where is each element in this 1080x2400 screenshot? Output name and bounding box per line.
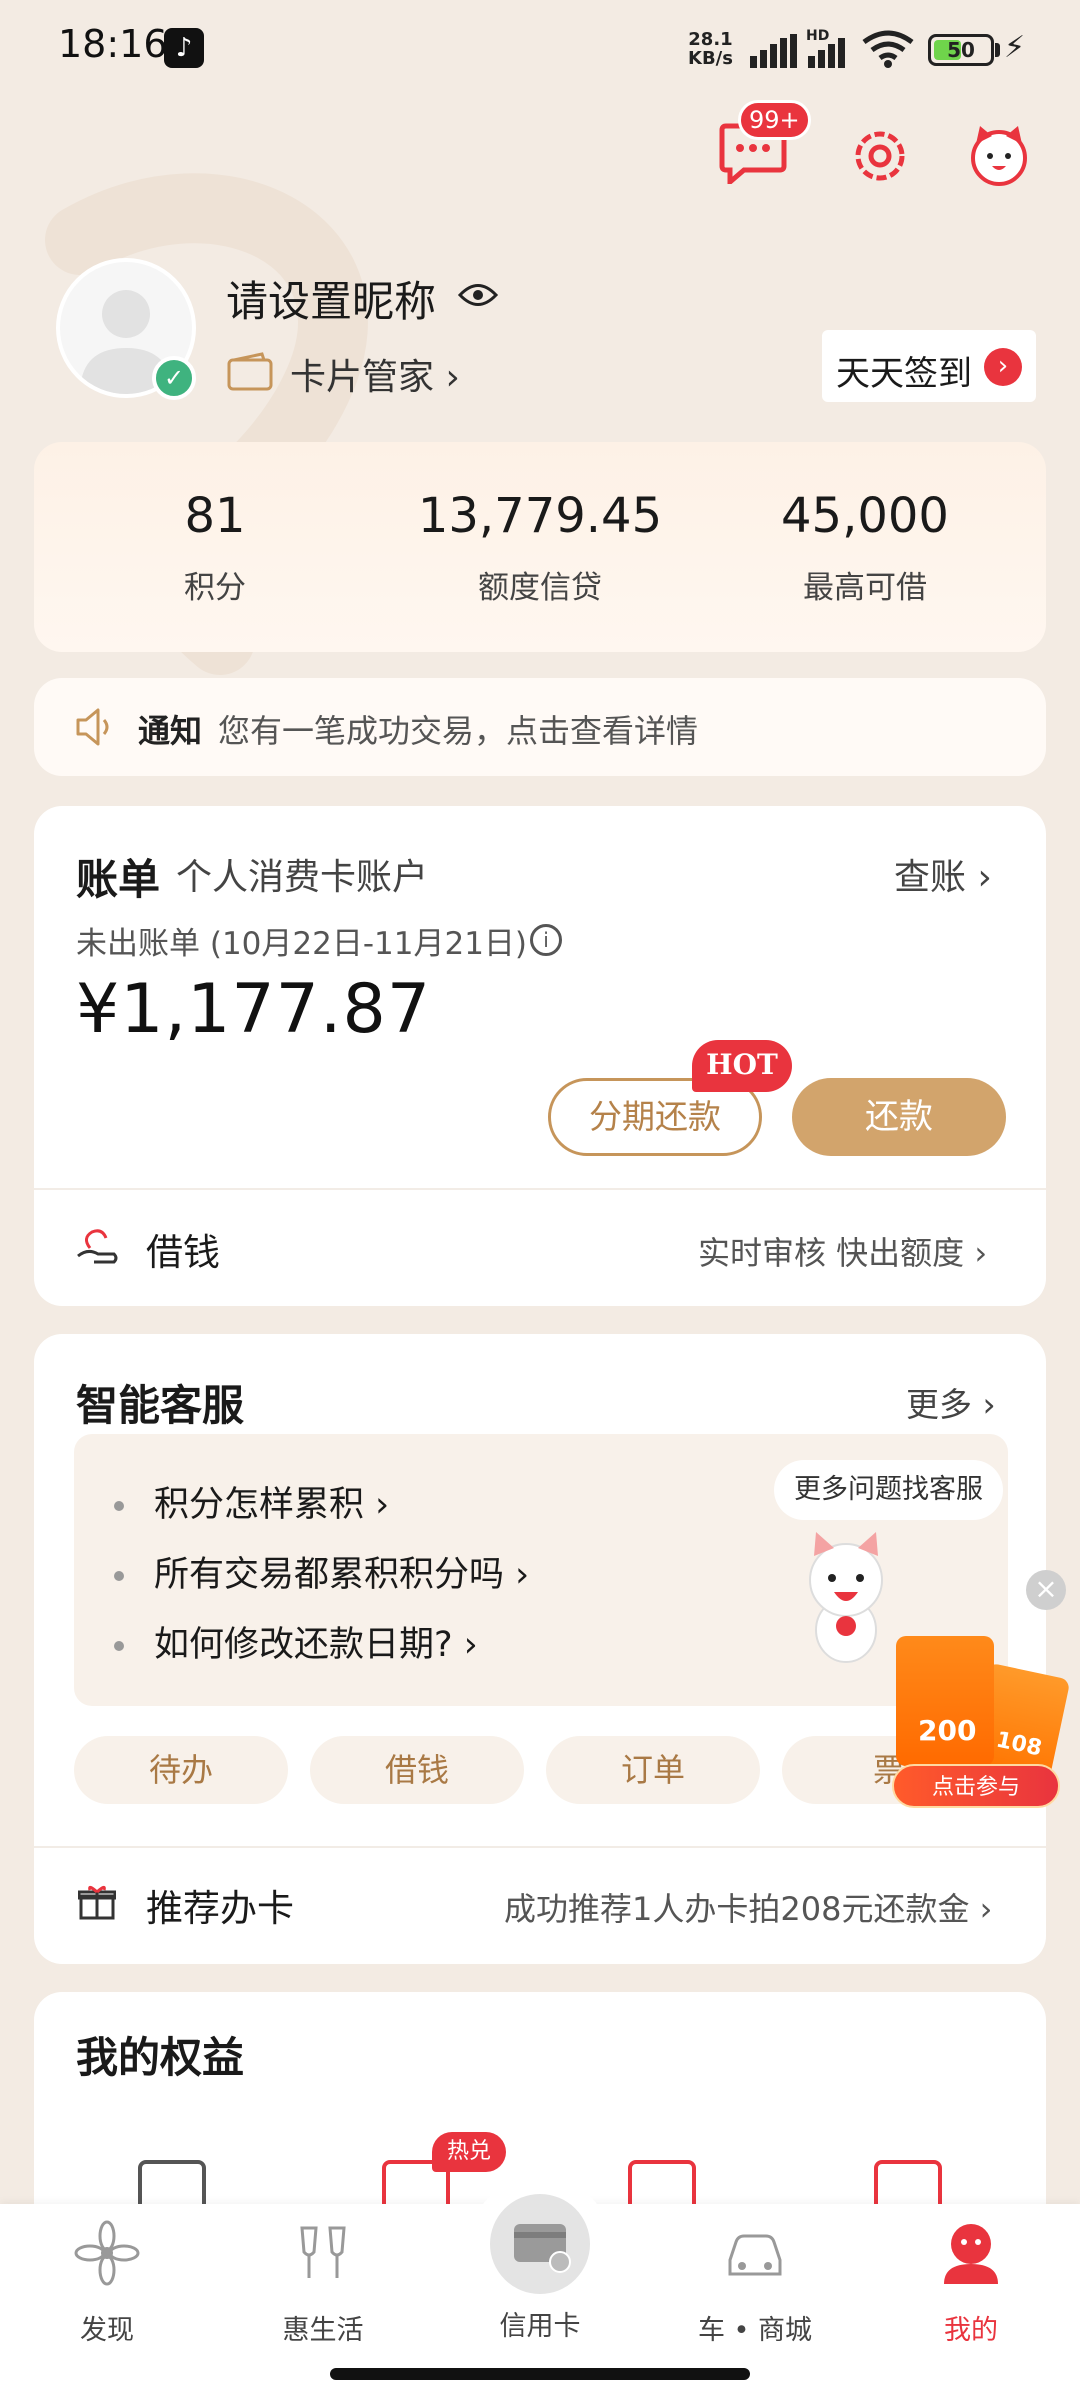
battery-cap bbox=[995, 43, 1000, 57]
profile-icon bbox=[944, 2224, 998, 2284]
charging-bolt-icon: ⚡ bbox=[1004, 30, 1026, 65]
pill-todo[interactable]: 待办 bbox=[74, 1736, 288, 1804]
messages-count-badge: 99+ bbox=[738, 100, 811, 140]
divider bbox=[34, 1188, 1046, 1190]
signal-strength-icon-2 bbox=[808, 38, 845, 68]
chevron-right-icon: › bbox=[984, 348, 1022, 386]
signal-strength-icon bbox=[750, 34, 797, 68]
customer-service-bubble[interactable]: 更多问题找客服 bbox=[774, 1460, 1003, 1520]
verified-check-icon: ✓ bbox=[152, 356, 196, 400]
daily-checkin-button[interactable]: 天天签到 › bbox=[822, 330, 1036, 402]
faq-item[interactable]: 积分怎样累积 › bbox=[114, 1476, 389, 1527]
notice-bar[interactable]: 通知 您有一笔成功交易，点击查看详情 bbox=[34, 678, 1046, 776]
stat-max-borrow[interactable]: 45,000 最高可借 bbox=[700, 488, 1030, 607]
wifi-icon bbox=[862, 30, 914, 68]
bill-title: 账单 bbox=[76, 855, 161, 904]
status-bar: 18:16 ♪ 28.1 KB/s HD 50 ⚡ bbox=[0, 0, 1080, 100]
info-icon[interactable]: i bbox=[530, 924, 562, 956]
hot-exchange-badge: 热兑 bbox=[432, 2132, 506, 2172]
battery-icon: 50 bbox=[928, 34, 994, 66]
cheers-icon bbox=[300, 2226, 346, 2278]
faq-item[interactable]: 如何修改还款日期? › bbox=[114, 1616, 478, 1667]
car-icon bbox=[728, 2234, 782, 2276]
service-more-link[interactable]: 更多 › bbox=[906, 1378, 996, 1426]
nav-life[interactable]: 惠生活 bbox=[248, 2218, 398, 2347]
unbilled-period: 未出账单 (10月22日-11月21日) bbox=[76, 926, 528, 962]
borrow-subtitle[interactable]: 实时审核 快出额度 › bbox=[698, 1228, 987, 1274]
stat-credit-limit[interactable]: 13,779.45 额度信贷 bbox=[375, 488, 705, 607]
coupon-promo-widget[interactable]: 200 108 点击参与 bbox=[892, 1636, 1072, 1808]
stat-points[interactable]: 81 积分 bbox=[50, 488, 380, 607]
network-speed: 28.1 KB/s bbox=[688, 29, 733, 69]
settings-gear-icon[interactable] bbox=[848, 124, 912, 188]
service-title: 智能客服 bbox=[76, 1381, 245, 1430]
mascot-cat-icon[interactable] bbox=[964, 122, 1034, 188]
nav-discover[interactable]: 发现 bbox=[32, 2218, 182, 2347]
hot-badge: HOT bbox=[692, 1040, 792, 1092]
credit-card-icon bbox=[514, 2224, 571, 2273]
repay-button[interactable]: 还款 bbox=[792, 1078, 1006, 1156]
bill-card: 账单 个人消费卡账户 查账 › 未出账单 (10月22日-11月21日) i ¥… bbox=[34, 806, 1046, 1306]
wallet-icon bbox=[227, 352, 273, 391]
eye-icon[interactable] bbox=[458, 280, 498, 310]
notice-label: 通知 bbox=[138, 712, 203, 750]
borrow-label[interactable]: 借钱 bbox=[146, 1222, 220, 1276]
faq-item[interactable]: 所有交易都累积积分吗 › bbox=[114, 1546, 529, 1597]
rights-title: 我的权益 bbox=[76, 2033, 245, 2082]
gift-icon bbox=[78, 1885, 116, 1920]
bill-amount: ¥1,177.87 bbox=[76, 970, 432, 1049]
nav-credit-card[interactable]: 信用卡 bbox=[465, 2304, 615, 2343]
promo-join-button[interactable]: 点击参与 bbox=[892, 1764, 1060, 1808]
card-manager-link[interactable]: 卡片管家 › bbox=[290, 348, 460, 400]
nickname[interactable]: 请设置昵称 bbox=[226, 268, 436, 329]
credit-card-center-button[interactable] bbox=[490, 2194, 590, 2294]
coupon-amount: 200 bbox=[918, 1714, 977, 1747]
faq-box: 积分怎样累积 › 所有交易都累积积分吗 › 如何修改还款日期? › 更多问题找客… bbox=[74, 1434, 1008, 1706]
recommend-subtitle[interactable]: 成功推荐1人办卡拍208元还款金 › bbox=[504, 1884, 992, 1930]
flower-icon bbox=[74, 2220, 140, 2286]
promo-close-icon[interactable]: × bbox=[1026, 1570, 1066, 1610]
tiktok-notification-icon: ♪ bbox=[164, 28, 204, 68]
notice-text: 您有一笔成功交易，点击查看详情 bbox=[218, 712, 699, 750]
bill-account-name: 个人消费卡账户 bbox=[176, 857, 429, 898]
nav-car-mall[interactable]: 车 • 商城 bbox=[680, 2218, 830, 2347]
borrow-hand-icon bbox=[77, 1229, 118, 1264]
check-bill-link[interactable]: 查账 › bbox=[894, 848, 992, 900]
status-time: 18:16 bbox=[58, 22, 168, 66]
divider bbox=[34, 1846, 1046, 1848]
pill-borrow[interactable]: 借钱 bbox=[310, 1736, 524, 1804]
cat-mascot-icon[interactable] bbox=[786, 1526, 906, 1666]
pill-orders[interactable]: 订单 bbox=[546, 1736, 760, 1804]
nav-mine[interactable]: 我的 bbox=[896, 2218, 1046, 2347]
stats-card: 81 积分 13,779.45 额度信贷 45,000 最高可借 bbox=[34, 442, 1046, 652]
home-indicator[interactable] bbox=[330, 2368, 750, 2380]
recommend-card-label[interactable]: 推荐办卡 bbox=[146, 1878, 294, 1932]
checkin-label: 天天签到 bbox=[836, 354, 972, 394]
speaker-icon bbox=[76, 708, 109, 746]
